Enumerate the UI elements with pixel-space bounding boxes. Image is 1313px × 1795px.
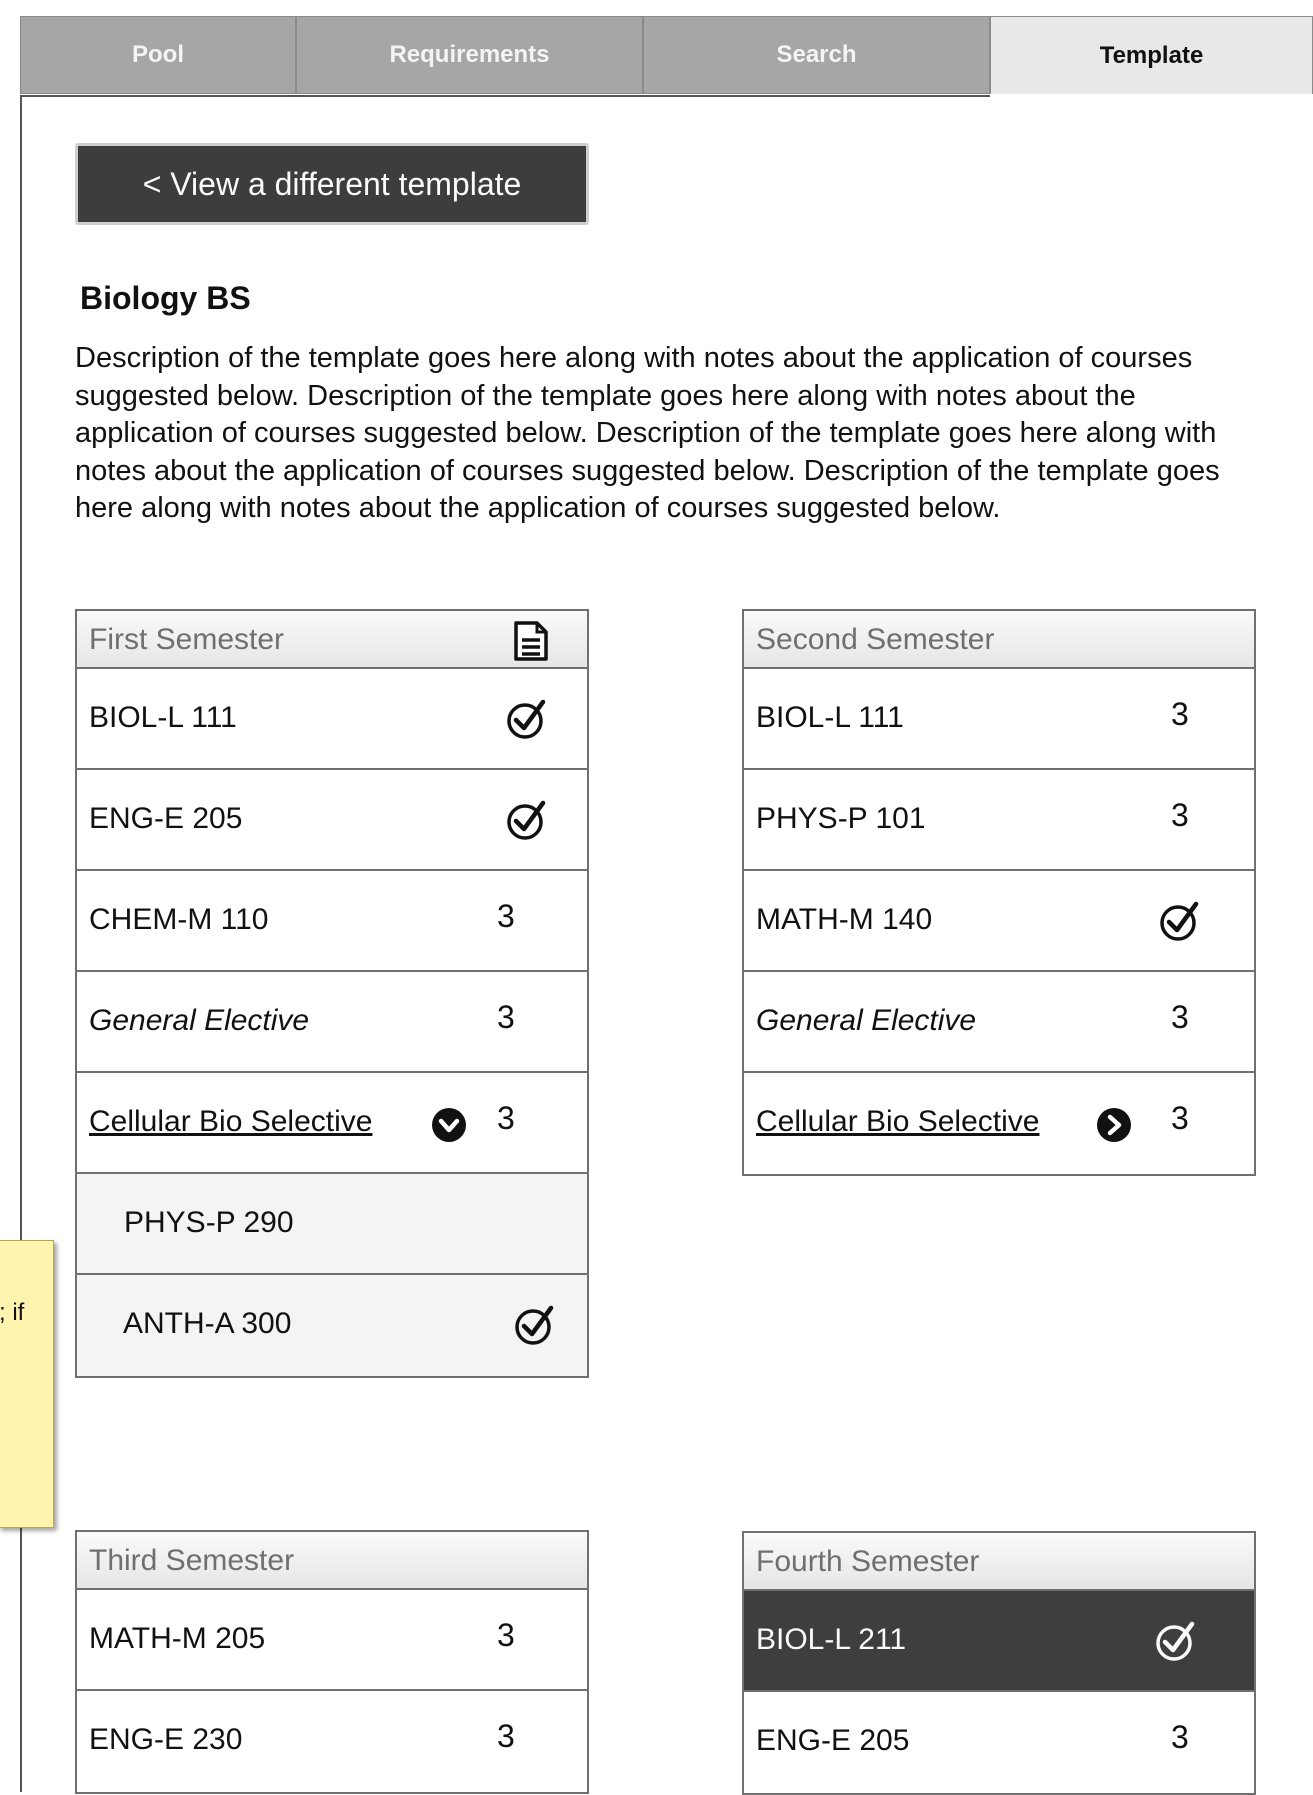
course-code: ENG-E 230 [89,1723,243,1756]
tab-pool[interactable]: Pool [20,16,296,94]
selective-link[interactable]: Cellular Bio Selective [89,1105,372,1139]
semester-header: Third Semester [77,1532,587,1590]
sticky-note-text: ; if [0,1299,25,1326]
course-code: MATH-M 140 [756,903,933,936]
credit-hours: 3 [497,898,515,934]
credit-hours: 3 [497,999,515,1035]
course-code: ENG-E 205 [89,802,243,835]
check-circle-icon [1158,899,1202,948]
course-code: General Elective [756,1004,977,1037]
credit-hours: 3 [1171,797,1189,833]
credit-hours: 3 [1171,1100,1189,1136]
selective-option-row[interactable]: PHYS-P 290 [77,1174,587,1275]
view-different-template-button[interactable]: < View a different template [75,143,589,225]
selective-row[interactable]: Cellular Bio Selective 3 [77,1073,587,1174]
course-row[interactable]: MATH-M 140 [744,871,1254,972]
course-code: ENG-E 205 [756,1724,910,1757]
course-row[interactable]: PHYS-P 101 3 [744,770,1254,871]
template-description: Description of the template goes here al… [75,342,1220,524]
semester-header: First Semester [77,611,587,669]
course-code: BIOL-L 111 [89,701,237,734]
course-code: ANTH-A 300 [123,1307,292,1340]
semester-header: Second Semester [744,611,1254,669]
chevron-right-icon[interactable] [1096,1107,1132,1148]
tab-search[interactable]: Search [643,16,990,94]
credit-hours: 3 [497,1100,515,1136]
semester-card-fourth: Fourth Semester BIOL-L 211 ENG-E 205 3 [742,1531,1256,1795]
semester-title: First Semester [89,623,285,656]
semester-title: Second Semester [756,623,995,656]
course-row[interactable]: BIOL-L 111 3 [744,669,1254,770]
template-title: Biology BS [80,280,251,316]
course-code: BIOL-L 111 [756,701,904,734]
check-circle-icon [505,798,549,847]
course-row-selected[interactable]: BIOL-L 211 [744,1591,1254,1692]
course-row[interactable]: MATH-M 205 3 [77,1590,587,1691]
check-circle-icon [505,697,549,746]
selective-link[interactable]: Cellular Bio Selective [756,1105,1039,1139]
credit-hours: 3 [1171,1719,1189,1755]
credit-hours: 3 [497,1617,515,1653]
check-circle-icon [513,1303,557,1352]
course-code: General Elective [89,1004,310,1037]
panel-border [20,96,22,1792]
semester-card-third: Third Semester MATH-M 205 3 ENG-E 230 3 [75,1530,589,1794]
course-row[interactable]: General Elective 3 [77,972,587,1073]
semester-title: Third Semester [89,1544,295,1577]
tab-divider [20,95,990,97]
document-icon[interactable] [513,621,549,666]
sticky-note: ; if [0,1240,54,1528]
semester-card-first: First Semester BIOL-L 111 ENG-E 205 CHEM… [75,609,589,1378]
course-code: PHYS-P 290 [124,1206,294,1239]
course-row[interactable]: ENG-E 205 3 [744,1692,1254,1793]
course-row[interactable]: CHEM-M 110 3 [77,871,587,972]
semester-header: Fourth Semester [744,1533,1254,1591]
tab-requirements[interactable]: Requirements [296,16,643,94]
course-code: PHYS-P 101 [756,802,926,835]
course-code: CHEM-M 110 [89,903,269,936]
credit-hours: 3 [497,1718,515,1754]
semester-card-second: Second Semester BIOL-L 111 3 PHYS-P 101 … [742,609,1256,1176]
course-row[interactable]: General Elective 3 [744,972,1254,1073]
tab-bar: Pool Requirements Search Template [20,16,1313,96]
course-row[interactable]: ENG-E 205 [77,770,587,871]
selective-option-row[interactable]: ANTH-A 300 [77,1275,587,1376]
selective-row[interactable]: Cellular Bio Selective 3 [744,1073,1254,1174]
chevron-down-icon[interactable] [431,1107,467,1148]
course-row[interactable]: BIOL-L 111 [77,669,587,770]
course-code: MATH-M 205 [89,1622,266,1655]
credit-hours: 3 [1171,999,1189,1035]
credit-hours: 3 [1171,696,1189,732]
tab-template[interactable]: Template [990,16,1313,94]
course-row[interactable]: ENG-E 230 3 [77,1691,587,1792]
course-code: BIOL-L 211 [756,1623,907,1656]
check-circle-icon [1154,1619,1198,1668]
semester-title: Fourth Semester [756,1545,980,1578]
